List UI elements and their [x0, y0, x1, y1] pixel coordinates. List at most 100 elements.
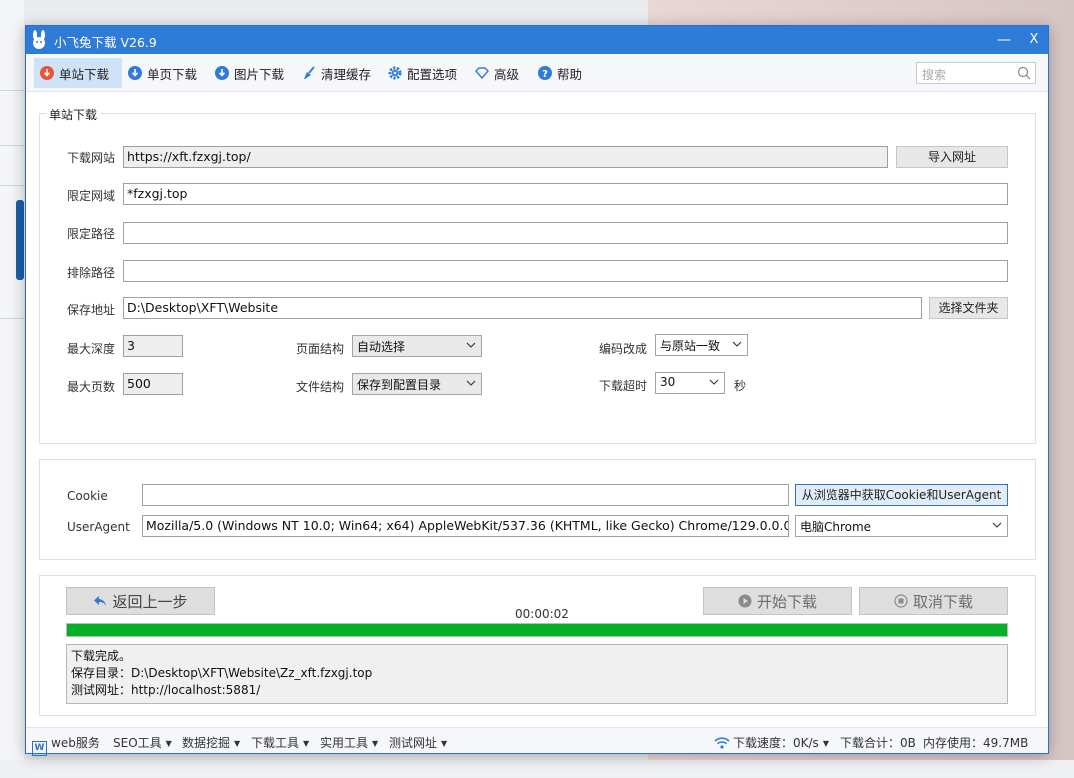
timeout-select[interactable]: 30	[655, 372, 725, 394]
menu-label: 实用工具	[320, 736, 369, 750]
desktop-background-left	[0, 0, 24, 778]
useragent-preset-select[interactable]: 电脑Chrome	[795, 515, 1008, 537]
speed-value: 下载速度：0K/s	[733, 736, 819, 750]
test-url-menu[interactable]: 测试网址 ▼	[389, 734, 447, 751]
data-mining-menu[interactable]: 数据挖掘 ▼	[182, 734, 240, 751]
wifi-icon	[714, 737, 730, 749]
status-bar: Wweb服务 SEO工具 ▼ 数据挖掘 ▼ 下载工具 ▼ 实用工具 ▼ 测试网址 ▼ 下载…	[26, 727, 1048, 756]
exclude-path-input[interactable]	[123, 260, 1008, 282]
max-depth-input[interactable]: 3	[123, 335, 183, 357]
window-title: 小飞兔下载 V26.9	[54, 35, 157, 50]
tab-single-page-download[interactable]: 单页下载	[122, 58, 203, 88]
elapsed-time: 00:00:02	[515, 607, 569, 621]
seo-tools-menu[interactable]: SEO工具 ▼	[113, 734, 172, 751]
start-download-button[interactable]: 开始下载	[703, 587, 852, 615]
chevron-down-icon	[992, 522, 1002, 528]
caret-down-icon: ▼	[372, 739, 379, 748]
minimize-button[interactable]: —	[992, 30, 1016, 50]
get-cookie-from-browser-button[interactable]: 从浏览器中获取Cookie和UserAgent	[795, 484, 1008, 506]
play-icon	[738, 594, 752, 608]
web-icon: W	[32, 741, 47, 756]
chevron-down-icon	[466, 342, 476, 348]
headers-group	[39, 459, 1036, 560]
tab-label: 单站下载	[59, 66, 110, 82]
search-placeholder: 搜索	[922, 68, 947, 82]
choose-folder-button[interactable]: 选择文件夹	[929, 297, 1008, 319]
rabbit-logo-icon	[33, 30, 45, 49]
app-window: 小飞兔下载 V26.9 — X 单站下载 单页下载 图片下载 清理缓存 配置选项…	[25, 25, 1049, 756]
caret-down-icon: ▼	[303, 739, 310, 748]
utility-tools-menu[interactable]: 实用工具 ▼	[320, 734, 378, 751]
limit-path-input[interactable]	[123, 222, 1008, 244]
tab-label: 图片下载	[234, 66, 285, 82]
max-pages-input[interactable]: 500	[123, 373, 183, 395]
chevron-down-icon	[466, 380, 476, 386]
encoding-select[interactable]: 与原站一致	[655, 334, 748, 356]
chevron-down-icon	[709, 379, 719, 385]
timeout-label: 下载超时	[599, 379, 648, 393]
log-line: 测试网址：http://localhost:5881/	[71, 683, 261, 697]
limit-domain-input[interactable]: *fzxgj.top	[123, 183, 1008, 205]
download-log[interactable]: 下载完成。 保存目录：D:\Desktop\XFT\Website\Zz_xft…	[66, 644, 1008, 704]
max-depth-label: 最大深度	[67, 342, 116, 356]
diamond-icon	[475, 67, 489, 80]
timeout-unit: 秒	[734, 379, 747, 393]
back-button-label: 返回上一步	[112, 592, 188, 611]
toolbar: 单站下载 单页下载 图片下载 清理缓存 配置选项 高级 ? 帮助 搜索	[26, 54, 1048, 92]
group-title: 单站下载	[46, 106, 101, 123]
save-path-label: 保存地址	[67, 303, 116, 317]
download-site-label: 下载网站	[67, 151, 116, 165]
title-bar[interactable]: 小飞兔下载 V26.9 — X	[26, 26, 1048, 54]
tab-single-site-download[interactable]: 单站下载	[34, 58, 122, 88]
download-speed[interactable]: 下载速度：0K/s ▼	[714, 734, 829, 751]
download-total: 下载合计：0B	[840, 736, 916, 750]
back-arrow-icon	[94, 596, 107, 606]
tab-clear-cache[interactable]: 清理缓存	[296, 58, 377, 88]
exclude-path-label: 排除路径	[67, 266, 116, 280]
cancel-download-button[interactable]: 取消下载	[859, 587, 1008, 615]
svg-text:?: ?	[542, 69, 548, 80]
max-pages-label: 最大页数	[67, 380, 116, 394]
web-service-menu[interactable]: Wweb服务	[32, 734, 100, 756]
limit-domain-label: 限定网域	[67, 189, 116, 203]
tab-help[interactable]: ? 帮助	[532, 58, 588, 88]
menu-label: 下载工具	[251, 736, 300, 750]
start-download-label: 开始下载	[756, 592, 817, 611]
menu-label: 测试网址	[389, 736, 438, 750]
memory-usage: 内存使用：49.7MB	[923, 736, 1029, 750]
tab-label: 配置选项	[407, 66, 458, 82]
download-icon	[128, 66, 142, 80]
cookie-label: Cookie	[67, 489, 108, 503]
save-path-input[interactable]: D:\Desktop\XFT\Website	[123, 297, 922, 319]
timeout-value: 30	[660, 375, 676, 389]
tab-label: 帮助	[557, 66, 583, 82]
caret-down-icon: ▼	[234, 739, 241, 748]
search-icon[interactable]	[1017, 66, 1031, 80]
useragent-label: UserAgent	[67, 520, 130, 534]
useragent-preset-value: 电脑Chrome	[800, 520, 872, 534]
cancel-download-label: 取消下载	[912, 592, 973, 611]
page-structure-select[interactable]: 自动选择	[352, 335, 482, 357]
tab-config-options[interactable]: 配置选项	[382, 58, 463, 88]
menu-label: SEO工具	[113, 736, 162, 750]
back-button[interactable]: 返回上一步	[66, 587, 215, 615]
search-input[interactable]: 搜索	[916, 62, 1036, 84]
close-button[interactable]: X	[1022, 30, 1046, 50]
progress-fill	[67, 624, 1007, 636]
tab-image-download[interactable]: 图片下载	[209, 58, 290, 88]
tab-label: 清理缓存	[321, 66, 372, 82]
download-progress-bar	[66, 623, 1008, 637]
page-structure-value: 自动选择	[357, 340, 406, 354]
caret-down-icon: ▼	[441, 739, 448, 748]
tab-label: 单页下载	[147, 66, 198, 82]
download-icon	[215, 66, 229, 80]
download-red-icon	[40, 66, 54, 80]
download-site-input[interactable]: https://xft.fzxgj.top/	[123, 146, 888, 168]
useragent-input[interactable]: Mozilla/5.0 (Windows NT 10.0; Win64; x64…	[142, 515, 789, 537]
cookie-input[interactable]	[142, 484, 789, 506]
import-url-button[interactable]: 导入网址	[896, 146, 1008, 168]
log-line: 下载完成。	[71, 649, 132, 663]
file-structure-select[interactable]: 保存到配置目录	[352, 373, 482, 395]
tab-advanced[interactable]: 高级	[469, 58, 525, 88]
download-tools-menu[interactable]: 下载工具 ▼	[251, 734, 309, 751]
